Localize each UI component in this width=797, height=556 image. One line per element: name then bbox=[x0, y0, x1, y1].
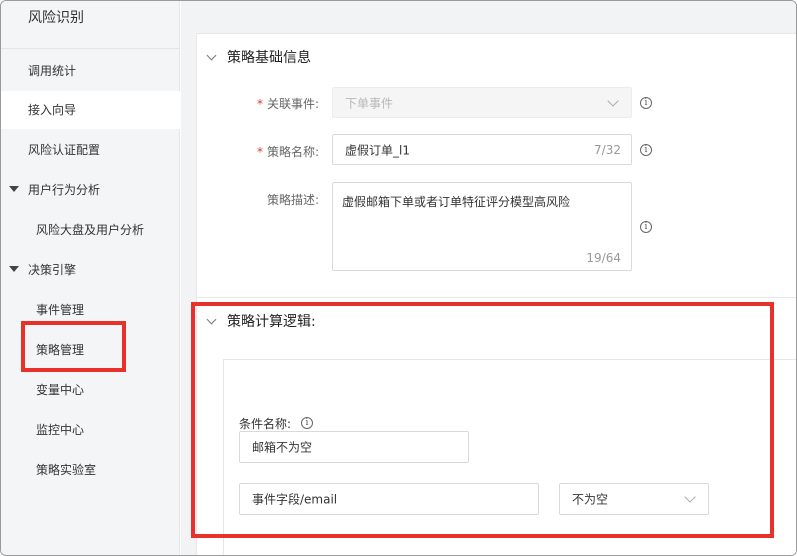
strategy-name-value: 虚假订单_l1 bbox=[345, 143, 410, 157]
required-mark: * bbox=[256, 97, 263, 111]
section-basic-info-header[interactable]: 策略基础信息 bbox=[206, 47, 311, 67]
sidebar-item-strategy-lab[interactable]: 策略实验室 bbox=[1, 451, 180, 489]
sidebar-item-label: 决策引擎 bbox=[28, 263, 77, 277]
event-label: * 关联事件: bbox=[209, 95, 319, 112]
sidebar-item-monitor-center[interactable]: 监控中心 bbox=[1, 411, 180, 449]
info-icon[interactable]: i bbox=[640, 144, 652, 156]
sidebar-title: 风险识别 bbox=[28, 10, 84, 26]
caret-down-icon bbox=[9, 186, 19, 192]
desc-label: 策略描述: bbox=[266, 193, 319, 207]
app-window: 风险识别 调用统计 接入向导 风险认证配置 用户行为分析 风险大盘及用户分析 决… bbox=[0, 0, 797, 556]
sidebar-item-call-stats[interactable]: 调用统计 bbox=[1, 52, 180, 90]
strategy-desc-value: 虚假邮箱下单或者订单特征评分模型高风险 bbox=[342, 195, 571, 209]
sidebar-item-label: 接入向导 bbox=[28, 103, 77, 117]
event-select[interactable]: 下单事件 bbox=[332, 87, 632, 118]
sidebar-group-decision-engine[interactable]: 决策引擎 bbox=[1, 251, 180, 289]
info-icon[interactable]: i bbox=[640, 221, 652, 233]
chevron-down-icon bbox=[206, 50, 217, 61]
sidebar-item-label: 风险认证配置 bbox=[28, 143, 101, 157]
sidebar-item-variable-center[interactable]: 变量中心 bbox=[1, 371, 180, 409]
sidebar-item-label: 调用统计 bbox=[28, 64, 77, 78]
sidebar-item-label: 风险大盘及用户分析 bbox=[36, 223, 145, 237]
sidebar-item-risk-dashboard[interactable]: 风险大盘及用户分析 bbox=[1, 211, 180, 249]
highlight-box-logic bbox=[191, 302, 774, 538]
sidebar-item-risk-auth-config[interactable]: 风险认证配置 bbox=[1, 131, 180, 169]
sidebar-item-access-guide[interactable]: 接入向导 bbox=[1, 91, 180, 129]
sidebar-item-label: 变量中心 bbox=[36, 383, 85, 397]
section-divider bbox=[197, 297, 796, 298]
strategy-desc-textarea[interactable]: 虚假邮箱下单或者订单特征评分模型高风险 19/64 bbox=[332, 182, 632, 271]
event-select-value: 下单事件 bbox=[345, 96, 394, 110]
sidebar-item-label: 监控中心 bbox=[36, 423, 85, 437]
info-icon[interactable]: i bbox=[640, 97, 652, 109]
highlight-box-sidebar bbox=[21, 321, 126, 372]
sidebar-item-label: 用户行为分析 bbox=[28, 183, 101, 197]
sidebar-item-label: 策略实验室 bbox=[36, 463, 97, 477]
name-label-text: 策略名称: bbox=[266, 145, 319, 159]
event-label-text: 关联事件: bbox=[266, 97, 319, 111]
sidebar-group-user-behavior[interactable]: 用户行为分析 bbox=[1, 171, 180, 209]
caret-down-icon bbox=[9, 266, 19, 272]
section-title: 策略基础信息 bbox=[227, 50, 311, 66]
sidebar-divider bbox=[1, 48, 180, 49]
chevron-down-icon bbox=[607, 95, 619, 107]
char-count: 7/32 bbox=[594, 142, 621, 157]
name-label: * 策略名称: bbox=[209, 143, 319, 160]
sidebar: 风险识别 调用统计 接入向导 风险认证配置 用户行为分析 风险大盘及用户分析 决… bbox=[1, 1, 180, 555]
char-count: 19/64 bbox=[586, 251, 621, 265]
required-mark: * bbox=[256, 145, 263, 159]
strategy-name-input[interactable]: 虚假订单_l1 7/32 bbox=[332, 134, 632, 165]
